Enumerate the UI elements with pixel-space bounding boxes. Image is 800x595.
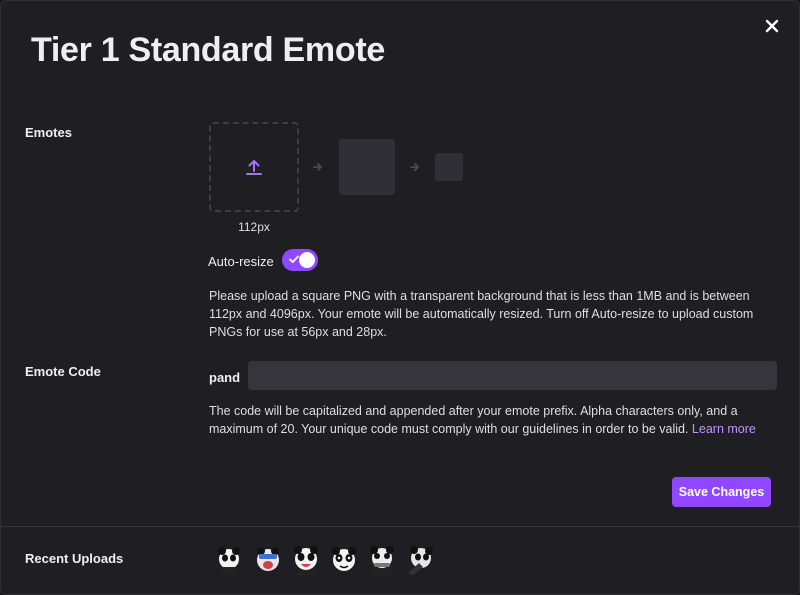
emote-code-help: The code will be capitalized and appende… [209,402,774,438]
panda-emote-5[interactable] [367,545,397,575]
emote-prefix: pand [209,370,241,385]
panda-emote-1[interactable] [215,545,245,575]
save-changes-button[interactable]: Save Changes [672,477,771,507]
emote-modal: Tier 1 Standard Emote Emotes 112px Auto-… [0,0,800,595]
emote-code-input[interactable] [248,361,777,390]
arrow-right-icon [313,163,322,171]
panda-emote-6[interactable] [405,545,435,575]
emote-preview-56 [339,139,395,195]
panda-emote-2[interactable] [253,545,283,575]
emote-code-help-text: The code will be capitalized and appende… [209,404,738,436]
emote-preview-28 [435,153,463,181]
learn-more-link[interactable]: Learn more [692,422,756,436]
emote-upload-dropzone[interactable] [209,122,299,212]
upload-icon [246,160,262,175]
toggle-knob [299,252,315,268]
emote-upload-help-text: Please upload a square PNG with a transp… [209,289,754,339]
auto-resize-label: Auto-resize [208,254,274,269]
panda-emote-4[interactable] [329,545,359,575]
arrow-right-icon [410,163,419,171]
emotes-label: Emotes [25,125,72,140]
recent-uploads-label: Recent Uploads [25,551,124,566]
recent-uploads-list [215,545,435,575]
upload-size-label: 112px [238,220,270,234]
panda-emote-3[interactable] [291,545,321,575]
modal-title: Tier 1 Standard Emote [31,31,385,69]
auto-resize-toggle[interactable] [282,249,318,271]
emote-code-label: Emote Code [25,364,101,379]
close-icon [765,19,779,33]
close-button[interactable] [761,15,783,37]
section-divider [1,526,799,527]
